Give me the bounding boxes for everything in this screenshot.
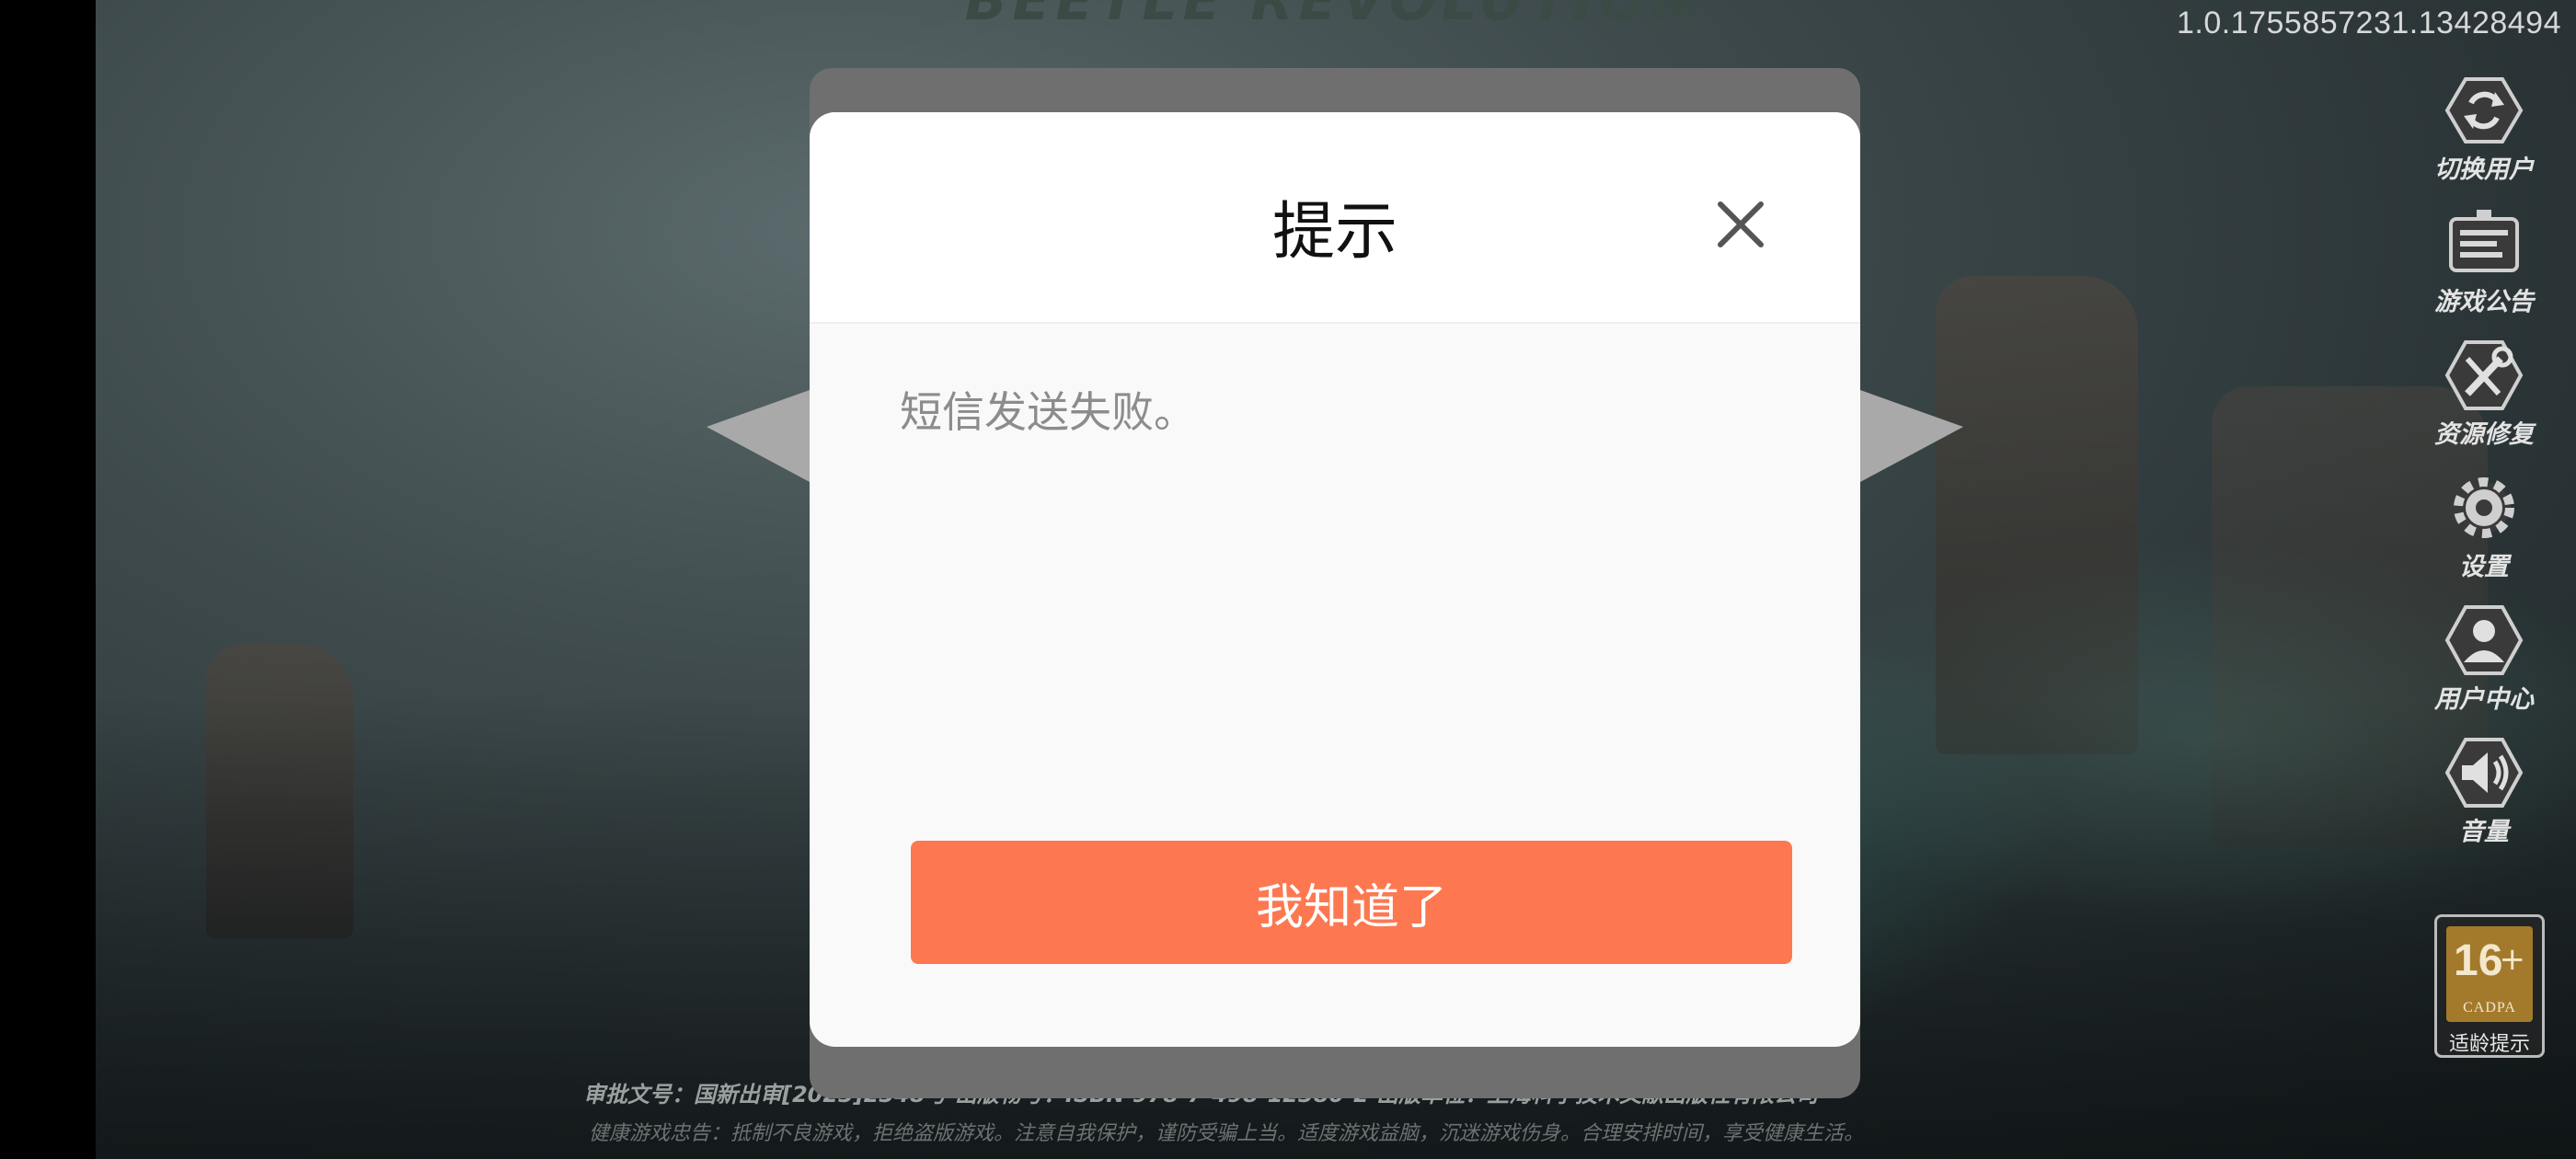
close-icon — [1718, 201, 1764, 247]
side-menu: 切换用户 游戏公告 资源修复 设置 用户中心 音量 — [2410, 74, 2558, 868]
alert-dialog: 提示 短信发送失败。 我知道了 — [810, 112, 1860, 1047]
speaker-icon — [2444, 738, 2524, 808]
age-rating-number: 16 — [2454, 936, 2503, 985]
announcement-icon — [2449, 210, 2519, 272]
age-rating-logo: 16 + CADPA — [2446, 926, 2533, 1022]
gear-icon — [2454, 477, 2514, 538]
user-center-label: 用户中心 — [2434, 685, 2534, 714]
volume-button[interactable]: 音量 — [2410, 736, 2558, 868]
age-rating-badge[interactable]: 16 + CADPA 适龄提示 — [2434, 914, 2545, 1058]
confirm-button[interactable]: 我知道了 — [911, 841, 1792, 964]
panel-spike-right — [1860, 390, 1963, 482]
age-rating-caption: 适龄提示 — [2448, 1033, 2530, 1056]
resource-repair-label: 资源修复 — [2434, 420, 2534, 449]
close-button[interactable] — [1711, 195, 1770, 254]
announcement-label: 游戏公告 — [2434, 288, 2534, 316]
panel-spike-left — [707, 390, 810, 482]
switch-user-button[interactable]: 切换用户 — [2410, 74, 2558, 206]
dialog-title: 提示 — [1271, 196, 1397, 269]
health-notice: 健康游戏忠告：抵制不良游戏，拒绝盗版游戏。注意自我保护，谨防受骗上当。适度游戏益… — [589, 1122, 1865, 1145]
volume-label: 音量 — [2459, 818, 2509, 846]
game-title-logo: BEETLE REVOLUTION — [964, 0, 1704, 33]
dialog-message: 短信发送失败。 — [900, 387, 1196, 437]
announcement-button[interactable]: 游戏公告 — [2410, 206, 2558, 339]
switch-user-icon — [2444, 77, 2524, 143]
user-icon — [2444, 605, 2524, 675]
age-rating-plus: + — [2499, 941, 2526, 978]
age-rating-org: CADPA — [2463, 1000, 2516, 1016]
resource-repair-button[interactable]: 资源修复 — [2410, 339, 2558, 471]
settings-label: 设置 — [2459, 553, 2509, 581]
dialog-header: 提示 — [810, 112, 1860, 324]
user-center-button[interactable]: 用户中心 — [2410, 603, 2558, 736]
settings-button[interactable]: 设置 — [2410, 471, 2558, 603]
version-label: 1.0.1755857231.13428494 — [2176, 6, 2561, 40]
repair-tools-icon — [2444, 340, 2524, 410]
switch-user-label: 切换用户 — [2434, 155, 2534, 184]
